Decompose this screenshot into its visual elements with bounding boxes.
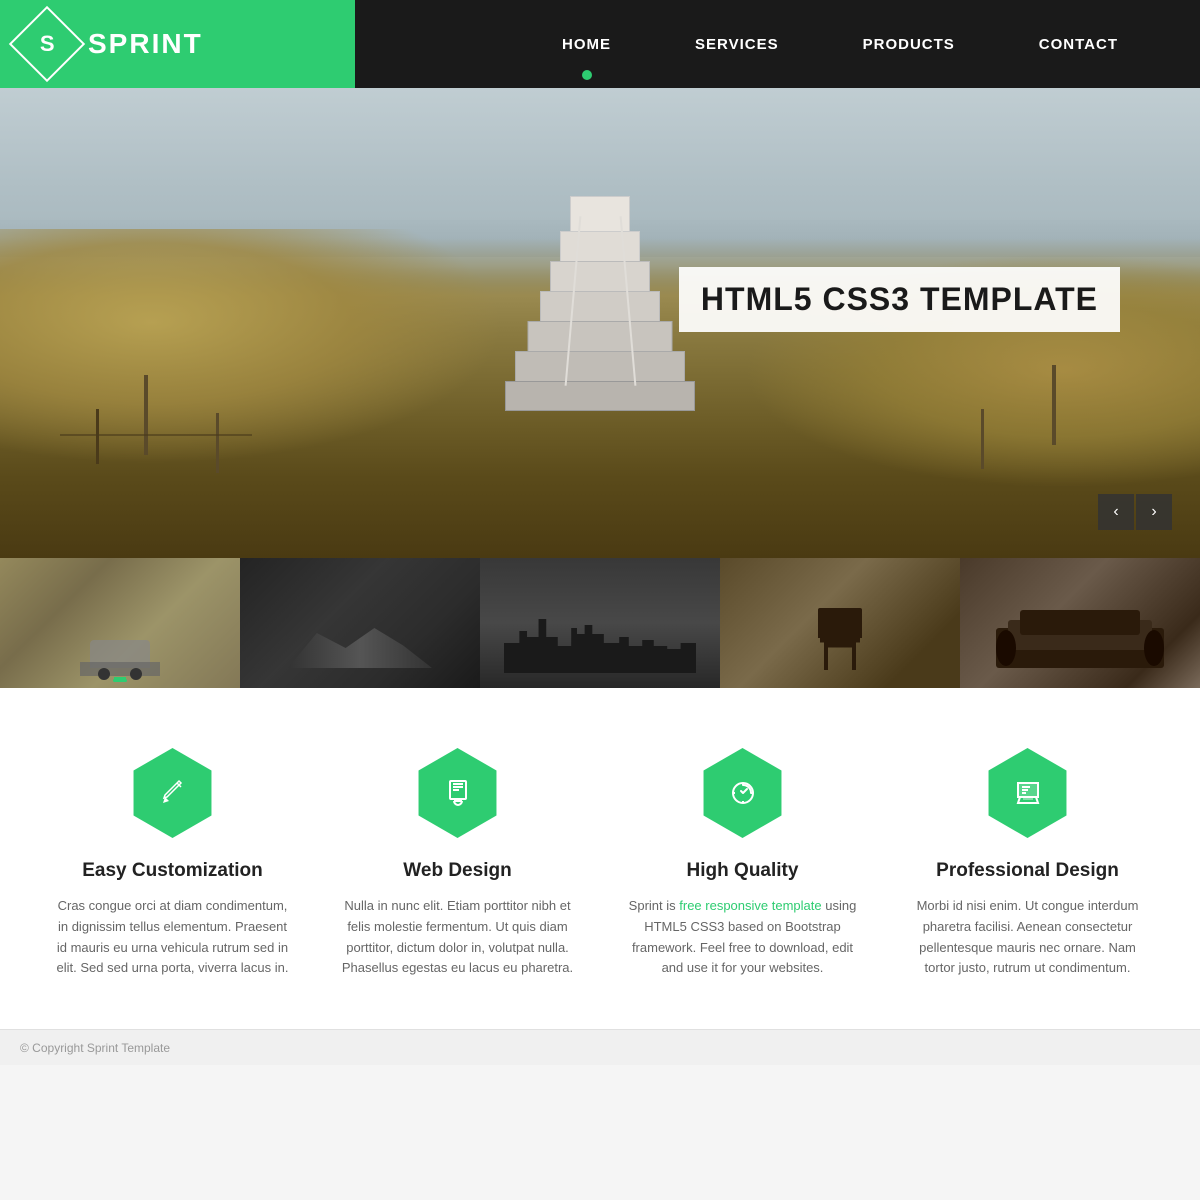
web-design-icon: [413, 748, 503, 838]
footer: © Copyright Sprint Template: [0, 1029, 1200, 1065]
logo-initial: S: [40, 31, 55, 57]
feature-2-title: Web Design: [403, 860, 511, 882]
hero-nav-arrows: ‹ ›: [1098, 494, 1172, 530]
feature-web-design: Web Design Nulla in nunc elit. Etiam por…: [338, 748, 578, 979]
hero-title: HTML5 CSS3 TEMPLATE: [701, 281, 1098, 317]
nav-item-products[interactable]: PRODUCTS: [821, 0, 997, 88]
brand-name: SPRINT: [88, 28, 203, 60]
logo-diamond-icon: S: [9, 6, 85, 82]
feature-3-desc: Sprint is free responsive template using…: [623, 896, 863, 979]
feature-high-quality: High Quality Sprint is free responsive t…: [623, 748, 863, 979]
header: S SPRINT HOME SERVICES PRODUCTS CONTACT: [0, 0, 1200, 88]
hero-prev-button[interactable]: ‹: [1098, 494, 1134, 530]
thumbnail-1[interactable]: [0, 558, 240, 688]
feature-4-title: Professional Design: [936, 860, 1119, 882]
logo-area[interactable]: S SPRINT: [0, 0, 355, 88]
feature-professional-design: Professional Design Morbi id nisi enim. …: [908, 748, 1148, 979]
hero-stairs: [505, 196, 695, 426]
customization-icon: [128, 748, 218, 838]
thumbnail-3[interactable]: [480, 558, 720, 688]
feature-1-desc: Cras congue orci at diam condimentum, in…: [53, 896, 293, 979]
feature-4-desc: Morbi id nisi enim. Ut congue interdum p…: [908, 896, 1148, 979]
professional-design-icon: [983, 748, 1073, 838]
feature-easy-customization: Easy Customization Cras congue orci at d…: [53, 748, 293, 979]
thumbnail-2[interactable]: [240, 558, 480, 688]
main-nav: HOME SERVICES PRODUCTS CONTACT: [355, 0, 1200, 88]
hero-section: HTML5 CSS3 TEMPLATE ‹ ›: [0, 88, 1200, 558]
thumbnail-5[interactable]: [960, 558, 1200, 688]
thumbnail-strip: [0, 558, 1200, 688]
feature-2-desc: Nulla in nunc elit. Etiam porttitor nibh…: [338, 896, 578, 979]
feature-3-title: High Quality: [687, 860, 799, 882]
thumbnail-4[interactable]: [720, 558, 960, 688]
nav-item-contact[interactable]: CONTACT: [997, 0, 1160, 88]
nav-item-services[interactable]: SERVICES: [653, 0, 821, 88]
footer-text: © Copyright Sprint Template: [20, 1041, 170, 1055]
nav-item-home[interactable]: HOME: [520, 0, 653, 88]
high-quality-icon: [698, 748, 788, 838]
feature-1-title: Easy Customization: [82, 860, 263, 882]
hero-text-box: HTML5 CSS3 TEMPLATE: [679, 267, 1120, 332]
hero-next-button[interactable]: ›: [1136, 494, 1172, 530]
features-section: Easy Customization Cras congue orci at d…: [0, 688, 1200, 1029]
free-template-link[interactable]: free responsive template: [679, 898, 821, 913]
